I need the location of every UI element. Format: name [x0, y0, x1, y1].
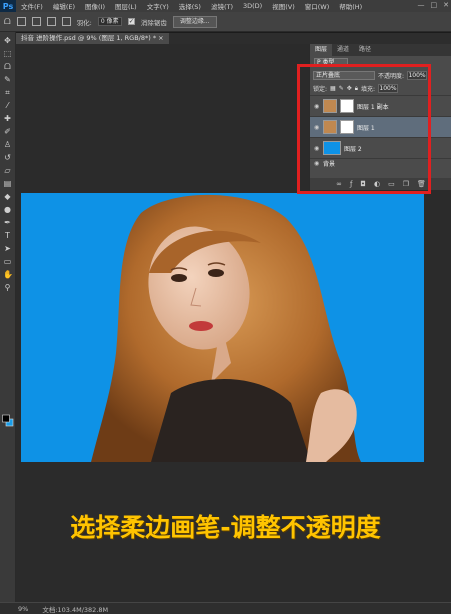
type-tool-icon[interactable]: T — [3, 232, 12, 240]
video-caption: 选择柔边画笔-调整不透明度 — [70, 513, 381, 542]
menu-edit[interactable]: 编辑(E) — [48, 1, 80, 11]
close-icon[interactable]: ✕ — [443, 1, 449, 9]
menu-view[interactable]: 视图(V) — [267, 1, 300, 11]
eraser-tool-icon[interactable]: ▱ — [3, 167, 12, 175]
options-bar: ᗝ 羽化: 0 像素 ✓ 消除锯齿 调整边缘... — [0, 12, 451, 32]
menu-select[interactable]: 选择(S) — [174, 1, 206, 11]
tab-channels[interactable]: 通道 — [332, 44, 354, 56]
dodge-tool-icon[interactable]: ● — [3, 206, 12, 214]
pen-tool-icon[interactable]: ✒ — [3, 219, 12, 227]
menu-image[interactable]: 图像(I) — [80, 1, 110, 11]
minimize-icon[interactable]: — — [418, 1, 425, 9]
brush-tool-icon[interactable]: ✐ — [3, 128, 12, 136]
tab-paths[interactable]: 路径 — [354, 44, 376, 56]
crop-tool-icon[interactable]: ⌗ — [3, 89, 12, 97]
antialias-checkbox[interactable]: ✓ — [127, 18, 135, 25]
hand-tool-icon[interactable]: ✋ — [3, 271, 13, 279]
new-selection-icon[interactable] — [16, 17, 26, 26]
tab-layers[interactable]: 图层 — [310, 44, 333, 56]
blur-tool-icon[interactable]: ◆ — [3, 193, 12, 201]
eyedropper-icon[interactable]: ⁄ — [3, 102, 12, 110]
lasso-icon[interactable]: ᗝ — [4, 17, 11, 27]
lasso-tool-icon[interactable]: ᗝ — [3, 63, 12, 71]
photoshop-logo: Ps — [0, 0, 16, 12]
quick-select-icon[interactable]: ✎ — [3, 76, 12, 84]
menu-window[interactable]: 窗口(W) — [300, 1, 335, 11]
menu-layer[interactable]: 图层(L) — [110, 1, 142, 11]
menu-bar: Ps 文件(F) 编辑(E) 图像(I) 图层(L) 文字(Y) 选择(S) 滤… — [0, 0, 451, 12]
stamp-tool-icon[interactable]: ♙ — [3, 141, 12, 149]
feather-label: 羽化: — [76, 18, 92, 27]
zoom-level[interactable]: 9% — [18, 605, 28, 613]
gradient-tool-icon[interactable]: ▤ — [3, 180, 12, 188]
antialias-label: 消除锯齿 — [140, 18, 167, 27]
maximize-icon[interactable]: □ — [431, 1, 438, 9]
add-selection-icon[interactable] — [31, 17, 41, 26]
highlight-box — [297, 64, 431, 194]
menu-filter[interactable]: 滤镜(T) — [206, 1, 238, 11]
intersect-selection-icon[interactable] — [61, 17, 71, 26]
healing-brush-icon[interactable]: ✚ — [3, 115, 12, 123]
document-tabs: 抖音 进阶操作.psd @ 9% (图层 1, RGB/8*) * × — [16, 33, 451, 44]
canvas-image[interactable] — [21, 193, 424, 462]
menu-3d[interactable]: 3D(D) — [238, 2, 267, 10]
menu-help[interactable]: 帮助(H) — [334, 1, 367, 11]
document-size: 文档:103.4M/382.8M — [42, 605, 109, 614]
panel-tabs: 图层 通道 路径 — [310, 44, 451, 56]
subtract-selection-icon[interactable] — [46, 17, 56, 26]
zoom-tool-icon[interactable]: ⚲ — [3, 284, 12, 292]
window-controls: — □ ✕ — [418, 1, 450, 9]
refine-edge-button[interactable]: 调整边缘... — [172, 15, 217, 28]
document-tab[interactable]: 抖音 进阶操作.psd @ 9% (图层 1, RGB/8*) * × — [16, 33, 169, 44]
feather-input[interactable]: 0 像素 — [97, 17, 122, 26]
shape-tool-icon[interactable]: ▭ — [3, 258, 12, 266]
move-tool-icon[interactable]: ✥ — [3, 37, 12, 45]
history-brush-icon[interactable]: ↺ — [3, 154, 12, 162]
menu-type[interactable]: 文字(Y) — [142, 1, 174, 11]
color-swatches[interactable] — [2, 414, 14, 430]
path-select-icon[interactable]: ➤ — [3, 245, 12, 253]
status-bar: 9% 文档:103.4M/382.8M — [0, 602, 451, 614]
marquee-tool-icon[interactable]: ⬚ — [3, 50, 12, 58]
menu-file[interactable]: 文件(F) — [16, 1, 48, 11]
